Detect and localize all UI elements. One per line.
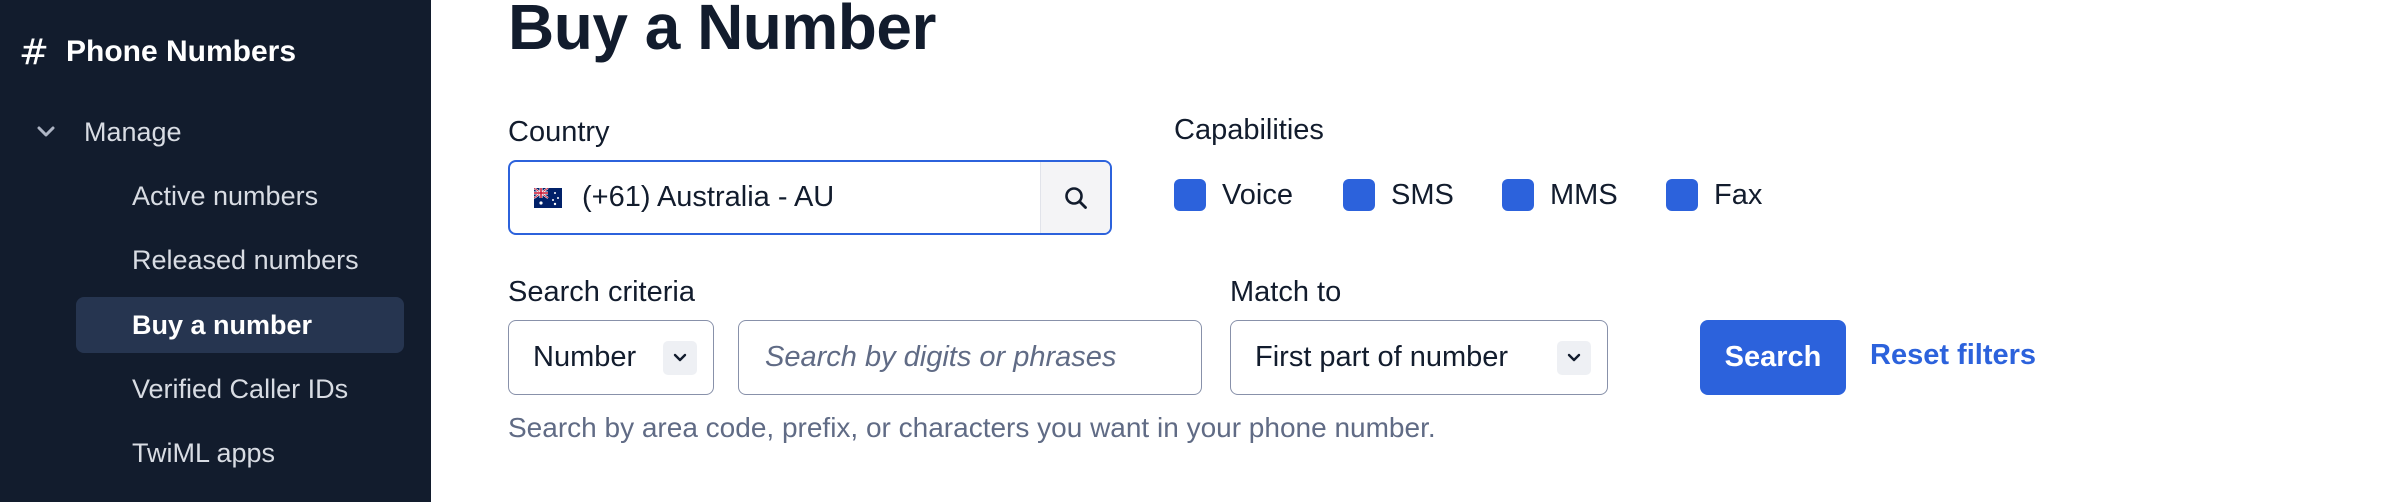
chevron-down-icon: [1557, 340, 1591, 375]
checkbox-checked[interactable]: [1174, 179, 1206, 211]
chevron-down-icon: [36, 122, 56, 142]
checkbox-checked[interactable]: [1666, 179, 1698, 211]
sidebar-item-label: Buy a number: [132, 309, 313, 340]
capability-label: MMS: [1550, 178, 1618, 211]
country-combobox[interactable]: (+61) Australia - AU: [508, 160, 1112, 235]
sidebar-group-label: Manage: [84, 116, 182, 147]
sidebar-item-verified-caller-ids[interactable]: Verified Caller IDs: [76, 361, 404, 417]
sidebar-group-manage[interactable]: Manage: [36, 112, 182, 152]
sidebar-item-twiml-apps[interactable]: TwiML apps: [76, 425, 404, 481]
select-value: Number: [533, 341, 637, 373]
country-label: Country: [508, 116, 610, 148]
capability-label: Voice: [1222, 178, 1293, 211]
sidebar-item-label: Released numbers: [132, 244, 359, 275]
sidebar-item-label: TwiML apps: [132, 437, 276, 468]
capability-label: SMS: [1391, 178, 1454, 211]
sidebar-item-released-numbers[interactable]: Released numbers: [76, 232, 404, 288]
sidebar-header: # Phone Numbers: [16, 30, 296, 74]
search-help-text: Search by area code, prefix, or characte…: [508, 412, 1436, 443]
sidebar-item-label: Active numbers: [132, 180, 319, 211]
search-button[interactable]: Search: [1700, 320, 1846, 395]
search-digits-input[interactable]: [738, 320, 1202, 395]
sidebar-title: Phone Numbers: [66, 35, 297, 68]
search-icon[interactable]: [1040, 162, 1110, 233]
sidebar-item-label: Verified Caller IDs: [132, 373, 349, 404]
country-value: (+61) Australia - AU: [582, 181, 835, 213]
page-title: Buy a Number: [508, 0, 936, 63]
match-to-select[interactable]: First part of number: [1230, 320, 1608, 395]
australia-flag-icon: [533, 186, 562, 208]
capabilities-label: Capabilities: [1174, 114, 1324, 146]
sidebar-item-buy-a-number[interactable]: Buy a number: [76, 297, 404, 353]
hash-icon: #: [18, 31, 50, 73]
match-to-label: Match to: [1230, 276, 1342, 308]
sidebar-item-active-numbers[interactable]: Active numbers: [76, 168, 404, 224]
capability-fax-checkbox[interactable]: Fax: [1666, 178, 1762, 212]
chevron-down-icon: [663, 340, 697, 375]
capability-voice-checkbox[interactable]: Voice: [1174, 178, 1293, 212]
search-criteria-label: Search criteria: [508, 276, 695, 308]
capability-mms-checkbox[interactable]: MMS: [1502, 178, 1618, 212]
checkbox-checked[interactable]: [1502, 179, 1534, 211]
reset-filters-link[interactable]: Reset filters: [1870, 339, 2036, 372]
capability-sms-checkbox[interactable]: SMS: [1343, 178, 1454, 212]
checkbox-checked[interactable]: [1343, 179, 1375, 211]
search-criteria-select[interactable]: Number: [508, 320, 714, 395]
sidebar: # Phone Numbers Manage Active numbers Re…: [0, 0, 431, 502]
capability-label: Fax: [1714, 178, 1763, 211]
select-value: First part of number: [1255, 341, 1509, 373]
